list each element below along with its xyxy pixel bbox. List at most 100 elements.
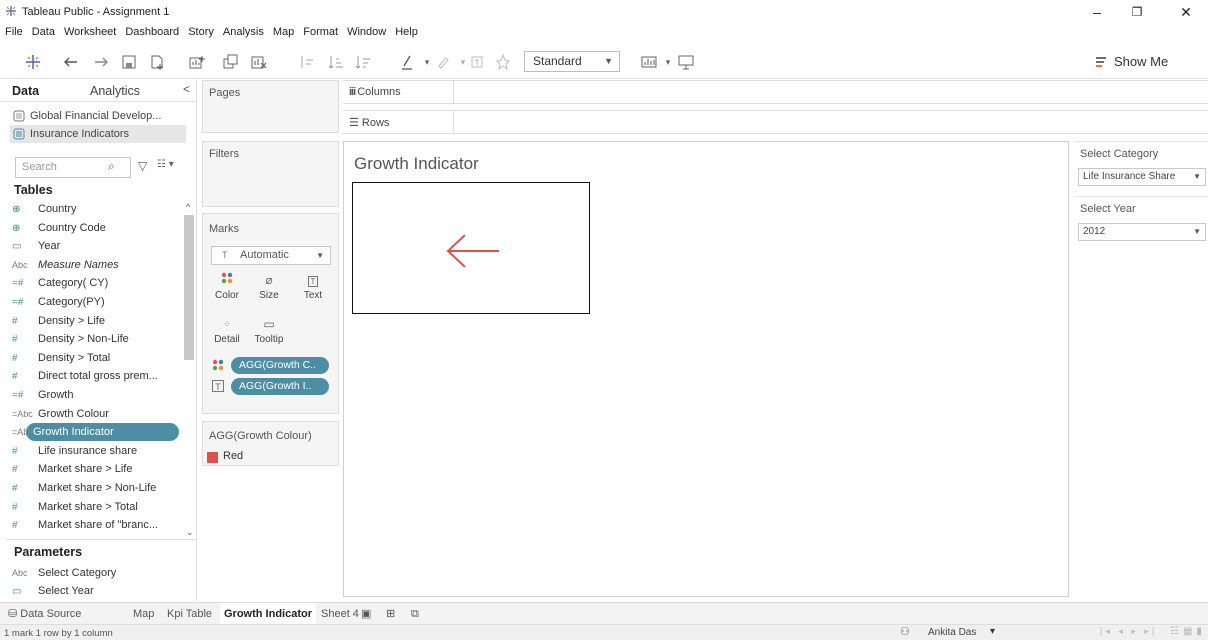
field-item[interactable]: # Market share of "branc... [12, 516, 177, 534]
field-item[interactable]: # Market share > Non-Life [12, 479, 177, 497]
text-button[interactable]: T Text [295, 270, 331, 308]
collapse-pane-icon[interactable]: < [183, 82, 190, 96]
group-icon[interactable] [434, 53, 452, 71]
legend-title: AGG(Growth Colour) [209, 430, 312, 442]
datasource-insurance-indicators[interactable]: Insurance Indicators [10, 125, 186, 143]
tab-analytics[interactable]: Analytics [90, 83, 140, 99]
show-labels-icon[interactable] [468, 53, 486, 71]
growth-indicator-mark-cell[interactable] [352, 182, 590, 314]
tab-map[interactable]: Map [133, 603, 154, 625]
menu-help[interactable]: Help [390, 24, 422, 40]
show-me-button[interactable]: Show Me [1096, 52, 1196, 72]
swap-icon[interactable] [298, 53, 316, 71]
datasource-global-financial[interactable]: Global Financial Develop... [10, 107, 186, 125]
field-item[interactable]: =Abc Growth Indicator [12, 423, 179, 442]
color-button[interactable]: Color [209, 270, 245, 308]
menu-worksheet[interactable]: Worksheet [59, 24, 120, 40]
field-item[interactable]: ⊕ Country [12, 200, 177, 218]
tab-data[interactable]: Data [12, 83, 39, 99]
new-datasource-icon[interactable] [148, 53, 166, 71]
field-item[interactable]: ▭ Year [12, 237, 177, 255]
new-worksheet-tab-icon[interactable]: ▣ [361, 603, 371, 625]
close-button[interactable]: ✕ [1166, 0, 1206, 22]
menu-window[interactable]: Window [342, 24, 390, 40]
filter-icon[interactable]: ▽ [138, 159, 147, 173]
field-item[interactable]: # Life insurance share [12, 442, 177, 460]
sort-ascending-icon[interactable] [327, 53, 345, 71]
pin-icon[interactable] [494, 53, 512, 71]
view-toggle-icons[interactable]: ☷▦▮ [1170, 626, 1206, 637]
category-select[interactable]: Life Insurance Share ▼ [1078, 168, 1206, 186]
field-item[interactable]: =# Growth [12, 386, 177, 404]
field-item[interactable]: # Density > Total [12, 349, 177, 367]
fit-select[interactable]: Standard ▼ [524, 51, 620, 72]
worksheet-title[interactable]: Growth Indicator [354, 154, 479, 174]
sort-descending-icon[interactable] [354, 53, 372, 71]
marks-pill-growth-indicator[interactable]: AGG(Growth I.. [231, 378, 329, 395]
field-item[interactable]: # Market share > Life [12, 460, 177, 478]
new-dashboard-tab-icon[interactable]: ⊞ [386, 603, 395, 625]
fixed-axes-dropdown-icon[interactable]: ▾ [659, 53, 677, 71]
detail-button[interactable]: ⁘ Detail [209, 314, 245, 352]
new-worksheet-icon[interactable] [188, 53, 206, 71]
fixed-axes-icon[interactable] [640, 53, 658, 71]
field-item[interactable]: # Density > Non-Life [12, 330, 177, 348]
menu-data[interactable]: Data [27, 24, 59, 40]
search-icon[interactable]: ⌕ [108, 159, 115, 174]
columns-shelf[interactable]: iii Columns [343, 80, 1208, 104]
menu-format[interactable]: Format [298, 24, 342, 40]
marks-pill-growth-colour[interactable]: AGG(Growth C.. [231, 357, 329, 374]
tooltip-button[interactable]: ▭ Tooltip [251, 314, 287, 352]
year-select-value: 2012 [1083, 226, 1106, 237]
new-story-tab-icon[interactable]: ⧉ [411, 603, 419, 625]
maximize-button[interactable]: ❐ [1117, 0, 1157, 22]
parameter-select-year[interactable]: ▭ Select Year [12, 582, 177, 600]
scrollbar-thumb[interactable] [184, 215, 194, 360]
field-item[interactable]: =# Category( CY) [12, 274, 177, 292]
field-item[interactable]: Abc Measure Names [12, 256, 177, 274]
rows-shelf[interactable]: ☰ Rows [343, 110, 1208, 134]
menu-story[interactable]: Story [183, 24, 218, 40]
scroll-down-icon[interactable]: ⌄ [186, 527, 194, 538]
menu-dashboard[interactable]: Dashboard [120, 24, 183, 40]
highlight-icon[interactable] [398, 53, 416, 71]
field-item[interactable]: =Abc Growth Colour [12, 405, 177, 423]
filters-shelf[interactable]: Filters [202, 141, 339, 207]
field-item[interactable]: ⊕ Country Code [12, 219, 177, 237]
pages-shelf[interactable]: Pages [202, 80, 339, 133]
redo-icon[interactable] [92, 53, 110, 71]
menu-analysis[interactable]: Analysis [218, 24, 268, 40]
data-source-icon: ⛁ [8, 608, 21, 620]
mark-type-select[interactable]: T Automatic ▼ [211, 246, 331, 265]
menu-file[interactable]: File [0, 24, 27, 40]
chevron-down-icon[interactable]: ▾ [990, 626, 995, 637]
parameter-title: Select Category [1080, 148, 1159, 160]
field-type-icon: =# [12, 297, 24, 308]
field-item[interactable]: # Direct total gross prem... [12, 367, 177, 385]
presentation-mode-icon[interactable] [677, 53, 695, 71]
scroll-up-icon[interactable]: ^ [186, 202, 190, 212]
tab-growth-indicator[interactable]: Growth Indicator [220, 603, 316, 625]
save-icon[interactable] [120, 53, 138, 71]
left-arrow-icon[interactable] [443, 231, 503, 271]
detail-label: Detail [214, 334, 240, 345]
field-item[interactable]: # Market share > Total [12, 498, 177, 516]
field-item[interactable]: # Density > Life [12, 312, 177, 330]
legend-swatch-red[interactable] [207, 452, 218, 463]
parameter-select-category[interactable]: Abc Select Category [12, 564, 177, 582]
undo-icon[interactable] [62, 53, 80, 71]
view-options-icon[interactable]: ☷ ▾ [157, 159, 174, 170]
tableau-home-icon[interactable] [24, 53, 42, 71]
menu-map[interactable]: Map [268, 24, 298, 40]
clear-sheet-icon[interactable] [250, 53, 268, 71]
duplicate-sheet-icon[interactable] [222, 53, 240, 71]
minimize-button[interactable]: – [1077, 0, 1117, 22]
year-select[interactable]: 2012 ▼ [1078, 223, 1206, 241]
tab-data-source[interactable]: ⛁ Data Source [8, 603, 81, 625]
sheet-navigation-icons[interactable]: |◂ ◂ ▸ ▸| [1100, 626, 1157, 637]
user-menu[interactable]: Ankita Das [928, 627, 976, 638]
tab-kpi-table[interactable]: Kpi Table [167, 603, 212, 625]
tab-sheet-4[interactable]: Sheet 4 [321, 603, 359, 625]
field-item[interactable]: =# Category(PY) [12, 293, 177, 311]
size-button[interactable]: ⌀ Size [251, 270, 287, 308]
